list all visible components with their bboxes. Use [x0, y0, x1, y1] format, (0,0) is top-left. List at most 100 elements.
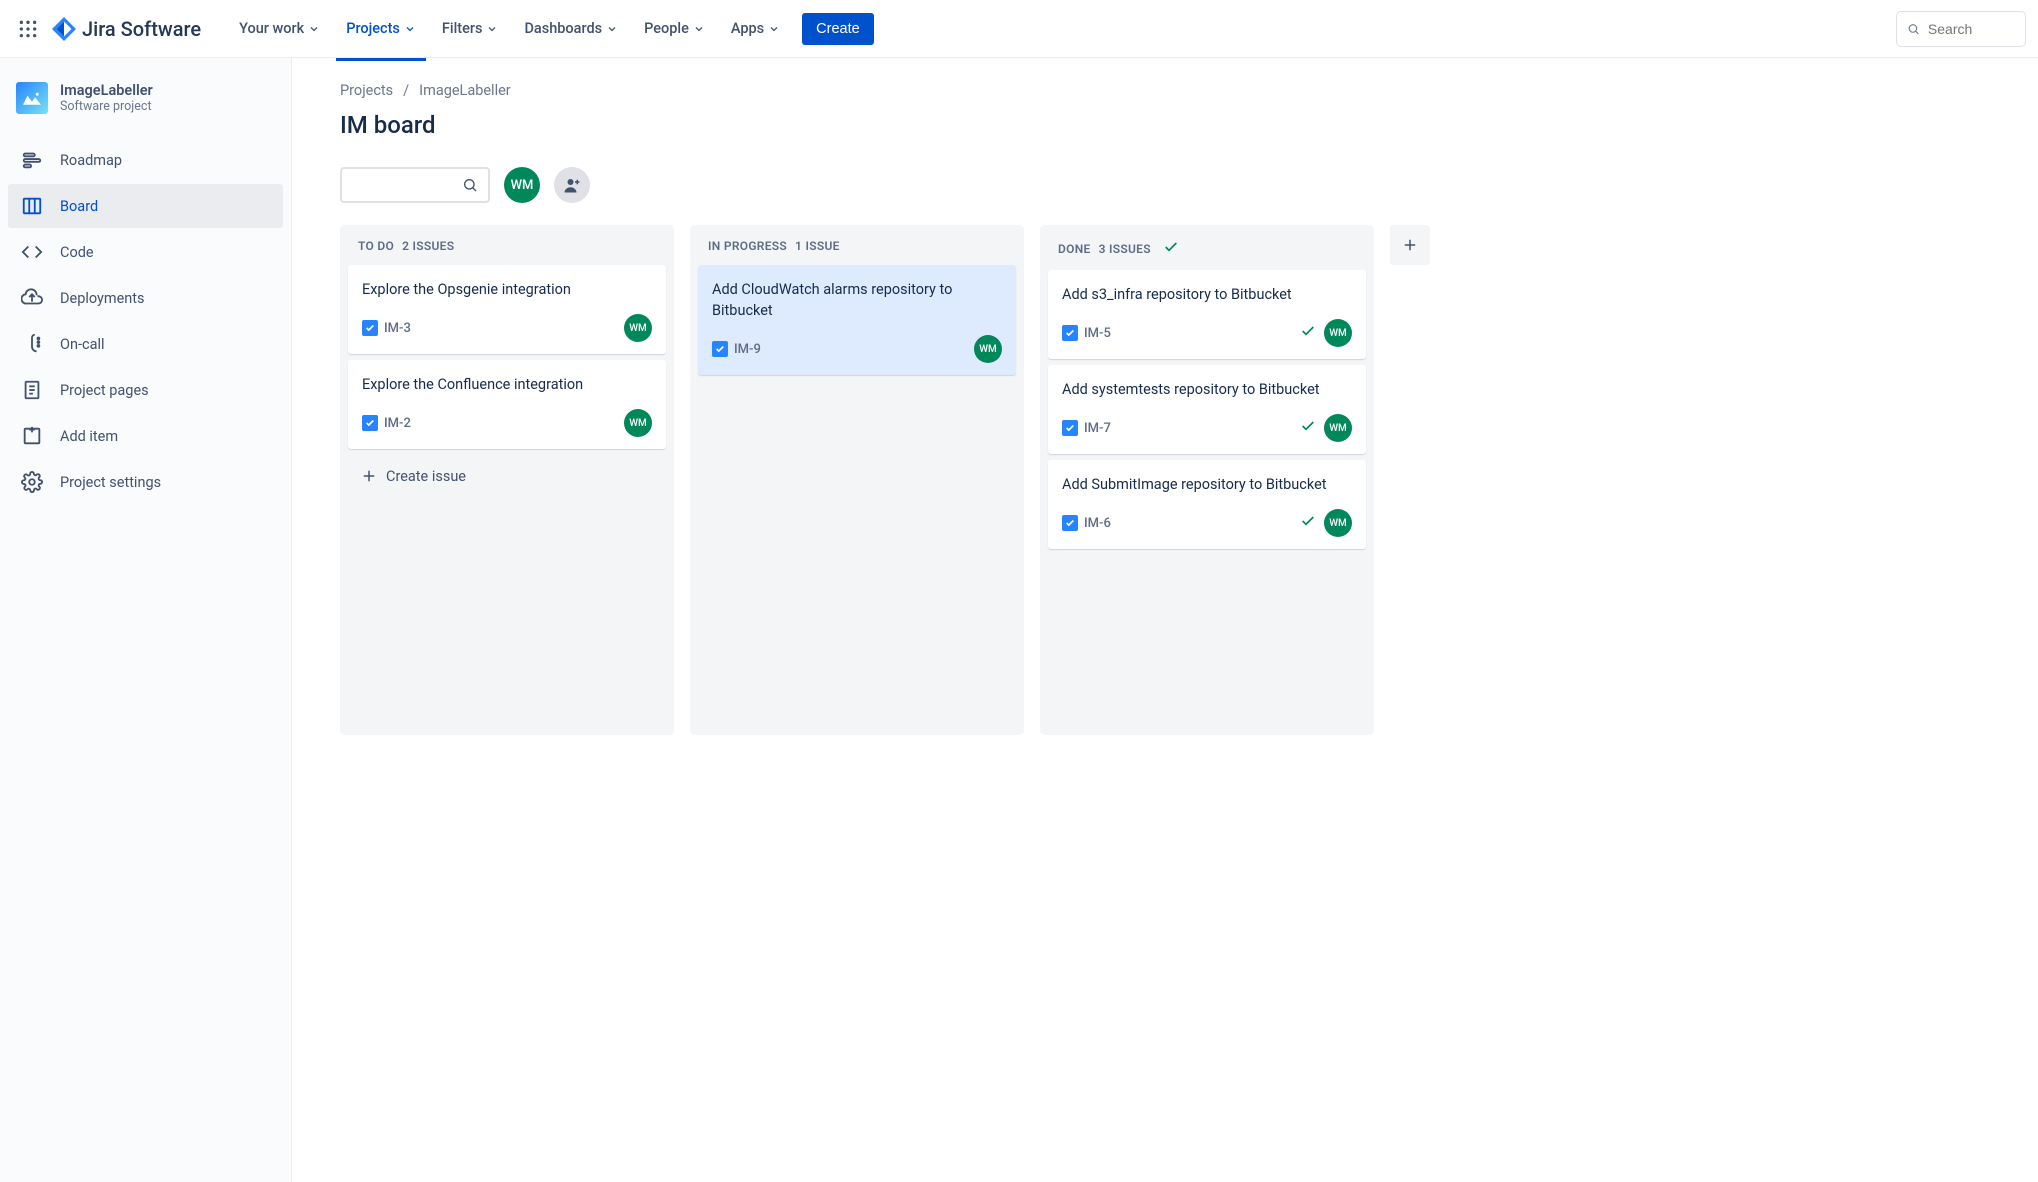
column-header: To Do 2 issues	[348, 239, 666, 265]
sidebar-item-label: Roadmap	[60, 152, 122, 169]
global-search[interactable]	[1896, 11, 2026, 47]
create-issue-label: Create issue	[386, 468, 466, 485]
done-check-icon	[1300, 513, 1316, 533]
issue-card[interactable]: Add CloudWatch alarms repository to Bitb…	[698, 265, 1016, 375]
board-controls: WM	[340, 167, 2038, 203]
card-footer: IM-6 WM	[1062, 509, 1352, 537]
roadmap-icon	[20, 148, 44, 172]
issue-key: IM-7	[1084, 421, 1111, 436]
issue-card[interactable]: Add systemtests repository to Bitbucket I…	[1048, 365, 1366, 454]
column-count: 2 issues	[402, 239, 454, 253]
nav-your-work[interactable]: Your work	[229, 14, 330, 43]
task-type-icon	[1062, 515, 1078, 531]
breadcrumb-root[interactable]: Projects	[340, 82, 393, 99]
assignee-avatar[interactable]: WM	[974, 335, 1002, 363]
assignee-avatar[interactable]: WM	[1324, 509, 1352, 537]
create-button[interactable]: Create	[802, 13, 874, 45]
sidebar-item-pages[interactable]: Project pages	[8, 368, 283, 412]
board-icon	[20, 194, 44, 218]
pages-icon	[20, 378, 44, 402]
card-footer: IM-9 WM	[712, 335, 1002, 363]
issue-card[interactable]: Add s3_infra repository to Bitbucket IM-5…	[1048, 270, 1366, 359]
sidebar-item-settings[interactable]: Project settings	[8, 460, 283, 504]
board-search[interactable]	[340, 167, 490, 203]
assignee-avatar[interactable]: WM	[624, 314, 652, 342]
assignee-avatar[interactable]: WM	[624, 409, 652, 437]
card-footer: IM-5WM	[1062, 319, 1352, 347]
jira-logo[interactable]: Jira Software	[52, 17, 201, 41]
add-column-button[interactable]	[1390, 225, 1430, 265]
assignee-avatar[interactable]: WM	[1324, 414, 1352, 442]
sidebar-item-code[interactable]: Code	[8, 230, 283, 274]
add-people-button[interactable]	[554, 167, 590, 203]
search-icon	[462, 177, 478, 193]
sidebar-item-board[interactable]: Board	[8, 184, 283, 228]
task-type-icon	[362, 320, 378, 336]
assignee-avatar[interactable]: WM	[1324, 319, 1352, 347]
project-name: ImageLabeller	[60, 82, 153, 99]
column-name: In Progress	[708, 239, 787, 253]
task-type-icon	[712, 341, 728, 357]
user-avatar[interactable]: WM	[504, 167, 540, 203]
nav-projects[interactable]: Projects	[336, 14, 426, 43]
issue-card[interactable]: Explore the Opsgenie integration IM-3 WM	[348, 265, 666, 354]
search-input[interactable]	[1928, 21, 2015, 37]
nav-filters[interactable]: Filters	[432, 14, 509, 43]
code-icon	[20, 240, 44, 264]
sidebar-item-label: Project settings	[60, 474, 161, 491]
issue-key: IM-2	[384, 416, 411, 431]
column-name: Done	[1058, 242, 1091, 256]
top-nav: Jira Software Your work Projects Filters Da…	[0, 0, 2038, 58]
sidebar-item-roadmap[interactable]: Roadmap	[8, 138, 283, 182]
issue-card[interactable]: Explore the Confluence integration IM-2 WM	[348, 360, 666, 449]
sidebar-item-additem[interactable]: Add item	[8, 414, 283, 458]
issue-title: Add systemtests repository to Bitbucket	[1062, 379, 1352, 400]
nav-label: Your work	[239, 20, 304, 37]
page-title: IM board	[340, 111, 2038, 139]
issue-title: Explore the Opsgenie integration	[362, 279, 652, 300]
card-footer: IM-7 WM	[1062, 414, 1352, 442]
project-header[interactable]: ImageLabeller Software project	[8, 82, 283, 138]
task-type-icon	[362, 415, 378, 431]
column-header: Done 3 issues	[1048, 239, 1366, 270]
column-done: Done 3 issuesAdd s3_infra repository to …	[1040, 225, 1374, 735]
main-content: Projects / ImageLabeller IM board WM To …	[292, 58, 2038, 1182]
card-footer: IM-2 WM	[362, 409, 652, 437]
project-avatar-icon	[16, 82, 48, 114]
project-sidebar: ImageLabeller Software project Roadmap Bo…	[0, 58, 292, 1182]
nav-label: Dashboards	[524, 20, 602, 37]
breadcrumb-current[interactable]: ImageLabeller	[419, 82, 511, 99]
issue-key: IM-6	[1084, 516, 1111, 531]
deploy-icon	[20, 286, 44, 310]
settings-icon	[20, 470, 44, 494]
issue-title: Explore the Confluence integration	[362, 374, 652, 395]
project-type: Software project	[60, 99, 153, 114]
sidebar-item-label: Deployments	[60, 290, 145, 307]
nav-dashboards[interactable]: Dashboards	[514, 14, 628, 43]
add-icon	[20, 424, 44, 448]
issue-key: IM-3	[384, 321, 411, 336]
issue-card[interactable]: Add SubmitImage repository to Bitbucket I…	[1048, 460, 1366, 549]
oncall-icon	[20, 332, 44, 356]
issue-key: IM-9	[734, 342, 761, 357]
done-check-icon	[1300, 323, 1316, 343]
issue-title: Add SubmitImage repository to Bitbucket	[1062, 474, 1352, 495]
nav-people[interactable]: People	[634, 14, 715, 43]
sidebar-item-oncall[interactable]: On-call	[8, 322, 283, 366]
product-name: Jira Software	[82, 17, 201, 41]
issue-title: Add CloudWatch alarms repository to Bitb…	[712, 279, 1002, 321]
breadcrumb: Projects / ImageLabeller	[340, 82, 2038, 99]
done-check-icon	[1163, 239, 1179, 258]
sidebar-item-label: On-call	[60, 336, 105, 353]
nav-label: Projects	[346, 20, 400, 37]
sidebar-item-deployments[interactable]: Deployments	[8, 276, 283, 320]
nav-items: Your work Projects Filters Dashboards People…	[229, 14, 790, 43]
issue-title: Add s3_infra repository to Bitbucket	[1062, 284, 1352, 305]
nav-label: People	[644, 20, 689, 37]
create-issue-button[interactable]: Create issue	[348, 457, 666, 495]
sidebar-nav: Roadmap BoardCode Deployments On-call Projec…	[8, 138, 283, 504]
app-switcher-icon[interactable]	[12, 13, 44, 45]
nav-apps[interactable]: Apps	[721, 14, 790, 43]
task-type-icon	[1062, 420, 1078, 436]
search-icon	[1907, 21, 1920, 37]
